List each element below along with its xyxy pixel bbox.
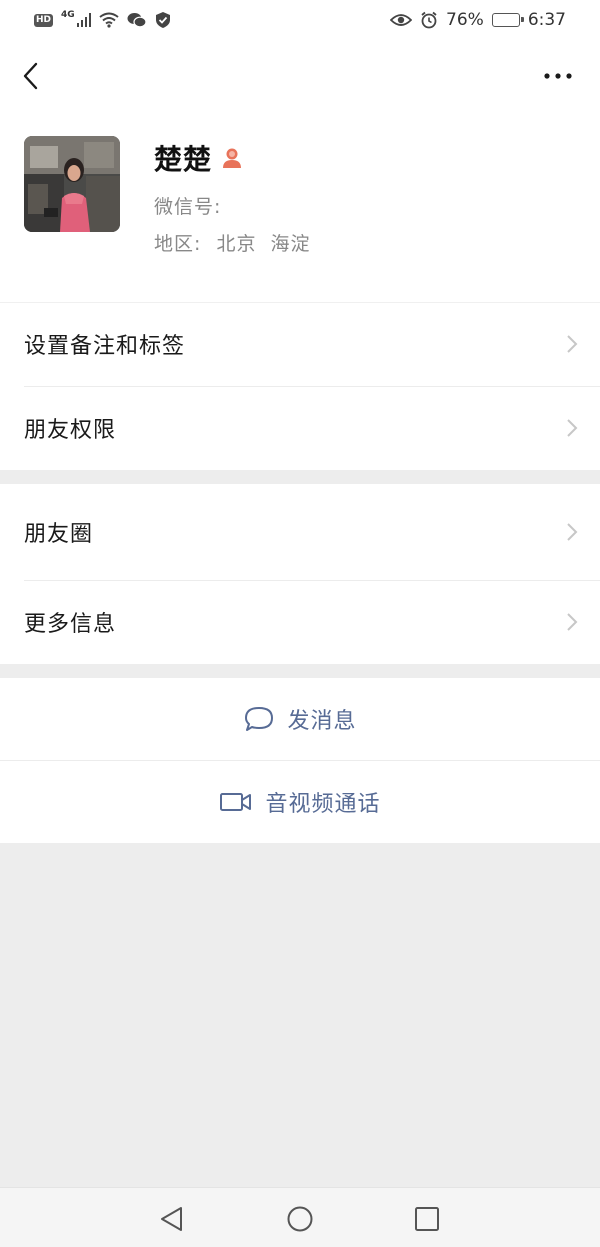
- more-info-row[interactable]: 更多信息: [0, 580, 600, 664]
- eye-icon: [390, 14, 413, 26]
- region: 地区: 北京 海淀: [154, 229, 311, 256]
- permissions-label: 朋友权限: [24, 418, 117, 443]
- clock: 6:37: [527, 10, 566, 30]
- name-row: 楚楚: [154, 138, 244, 178]
- nav-bar: [0, 40, 600, 116]
- status-right: 76% 6:37: [390, 10, 566, 30]
- profile-card: 楚楚 微信号: 地区: 北京 海淀: [0, 116, 600, 302]
- chevron-right-icon: [567, 419, 578, 437]
- permissions-row[interactable]: 朋友权限: [0, 386, 600, 470]
- video-camera-icon: [220, 793, 252, 811]
- contact-settings-section: 设置备注和标签 朋友权限: [0, 302, 600, 470]
- region-label: 地区:: [154, 233, 202, 255]
- avatar[interactable]: [24, 136, 120, 232]
- region-value: 北京 海淀: [216, 233, 311, 255]
- system-nav-bar: [0, 1187, 600, 1247]
- wechat-id-label: 微信号:: [154, 196, 222, 218]
- nav-home-icon[interactable]: [285, 1204, 315, 1234]
- video-call-button[interactable]: 音视频通话: [0, 761, 600, 843]
- nav-back-icon[interactable]: [157, 1204, 187, 1234]
- remark-tags-row[interactable]: 设置备注和标签: [0, 302, 600, 386]
- more-dots-icon[interactable]: [542, 64, 574, 88]
- female-icon: [223, 148, 242, 168]
- moments-section: 朋友圈 更多信息: [0, 484, 600, 664]
- chevron-left-icon[interactable]: [18, 60, 46, 92]
- moments-label: 朋友圈: [24, 522, 94, 547]
- more-info-label: 更多信息: [24, 612, 117, 637]
- send-message-button[interactable]: 发消息: [0, 678, 600, 760]
- wifi-icon: [99, 12, 119, 28]
- remark-tags-label: 设置备注和标签: [24, 334, 186, 359]
- contact-name: 楚楚: [154, 143, 213, 176]
- chat-bubble-icon: [245, 707, 274, 731]
- shield-icon: [156, 12, 171, 28]
- hd-icon: HD: [34, 13, 54, 27]
- battery-icon: [491, 13, 524, 27]
- chevron-right-icon: [567, 523, 578, 541]
- signal-icon: [76, 13, 92, 27]
- wechat-icon: [127, 13, 147, 28]
- nav-recents-icon[interactable]: [412, 1204, 442, 1234]
- chevron-right-icon: [567, 335, 578, 353]
- alarm-icon: [421, 11, 437, 29]
- moments-row[interactable]: 朋友圈: [0, 490, 600, 574]
- network-type-label: 4G: [61, 10, 75, 20]
- status-left: HD 4G: [34, 10, 171, 29]
- chevron-right-icon: [567, 613, 578, 631]
- send-message-label: 发消息: [287, 709, 357, 734]
- battery-percent: 76%: [446, 10, 484, 30]
- status-bar: HD 4G 76% 6:37: [0, 0, 600, 40]
- video-call-label: 音视频通话: [265, 792, 381, 817]
